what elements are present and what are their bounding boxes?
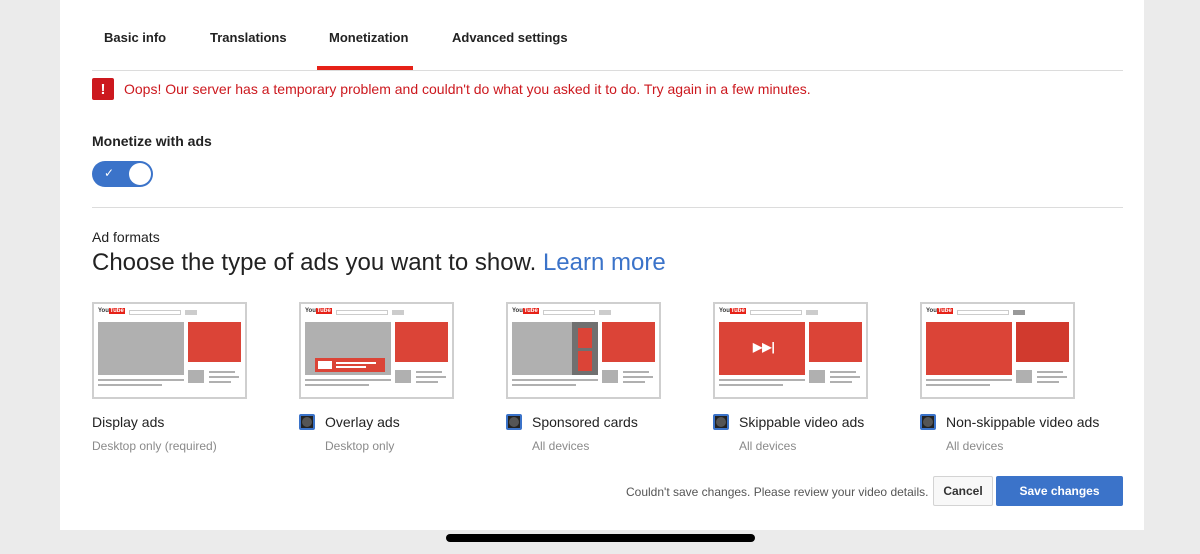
non-skippable-ads-thumbnail: YouTube	[920, 302, 1075, 399]
youtube-logo: YouTube	[719, 308, 746, 314]
ad-format-skippable: YouTube ▶▶| Skippable video ads All devi…	[713, 302, 913, 453]
ad-format-sponsored-cards: YouTube Sponsored cards All devices	[506, 302, 706, 453]
ad-format-overlay: YouTube Overlay ads Desktop only	[299, 302, 499, 453]
overlay-ads-thumbnail: YouTube	[299, 302, 454, 399]
learn-more-link[interactable]: Learn more	[543, 249, 666, 276]
format-label: Overlay ads	[325, 414, 400, 430]
sponsored-cards-checkbox[interactable]	[506, 414, 522, 430]
youtube-logo: YouTube	[512, 308, 539, 314]
save-error-message: Couldn't save changes. Please review you…	[626, 485, 929, 499]
video-settings-card: Basic info Translations Monetization Adv…	[60, 0, 1144, 530]
ad-format-non-skippable: YouTube Non-skippable video ads All devi…	[920, 302, 1120, 453]
skippable-ads-checkbox[interactable]	[713, 414, 729, 430]
error-banner: ! Oops! Our server has a temporary probl…	[92, 77, 811, 101]
format-sub: All devices	[739, 439, 797, 453]
section-divider	[92, 207, 1123, 208]
save-changes-button[interactable]: Save changes	[996, 476, 1123, 506]
ad-format-display: YouTube Display ads Desktop only (requir…	[92, 302, 292, 453]
format-label: Skippable video ads	[739, 414, 865, 430]
overlay-ads-checkbox[interactable]	[299, 414, 315, 430]
monetize-title: Monetize with ads	[92, 133, 212, 149]
format-label: Non-skippable video ads	[946, 414, 1100, 430]
youtube-logo: YouTube	[98, 308, 125, 314]
skippable-ads-thumbnail: YouTube ▶▶|	[713, 302, 868, 399]
check-icon: ✓	[104, 166, 115, 180]
active-tab-indicator	[317, 66, 413, 70]
error-icon: !	[92, 78, 114, 100]
error-message: Oops! Our server has a temporary problem…	[124, 81, 811, 97]
sponsored-cards-thumbnail: YouTube	[506, 302, 661, 399]
home-indicator	[446, 534, 755, 542]
cancel-button[interactable]: Cancel	[933, 476, 993, 506]
tab-bar: Basic info Translations Monetization Adv…	[92, 0, 1123, 71]
monetize-toggle[interactable]: ✓	[92, 161, 153, 187]
youtube-logo: YouTube	[305, 308, 332, 314]
tab-advanced-settings[interactable]: Advanced settings	[452, 30, 568, 45]
youtube-logo: YouTube	[926, 308, 953, 314]
format-sub: Desktop only (required)	[92, 439, 217, 453]
skip-forward-icon: ▶▶|	[753, 340, 775, 354]
ad-formats-headline: Choose the type of ads you want to show.…	[92, 249, 666, 277]
format-sub: All devices	[532, 439, 590, 453]
non-skippable-ads-checkbox[interactable]	[920, 414, 936, 430]
format-label: Display ads	[92, 414, 165, 430]
ad-formats-label: Ad formats	[92, 229, 160, 245]
format-sub: Desktop only	[325, 439, 395, 453]
tab-basic-info[interactable]: Basic info	[104, 30, 166, 45]
format-label: Sponsored cards	[532, 414, 638, 430]
tab-monetization[interactable]: Monetization	[329, 30, 408, 45]
display-ads-thumbnail: YouTube	[92, 302, 247, 399]
toggle-knob	[129, 163, 151, 185]
format-sub: All devices	[946, 439, 1004, 453]
headline-text: Choose the type of ads you want to show.	[92, 249, 537, 276]
tab-translations[interactable]: Translations	[210, 30, 287, 45]
